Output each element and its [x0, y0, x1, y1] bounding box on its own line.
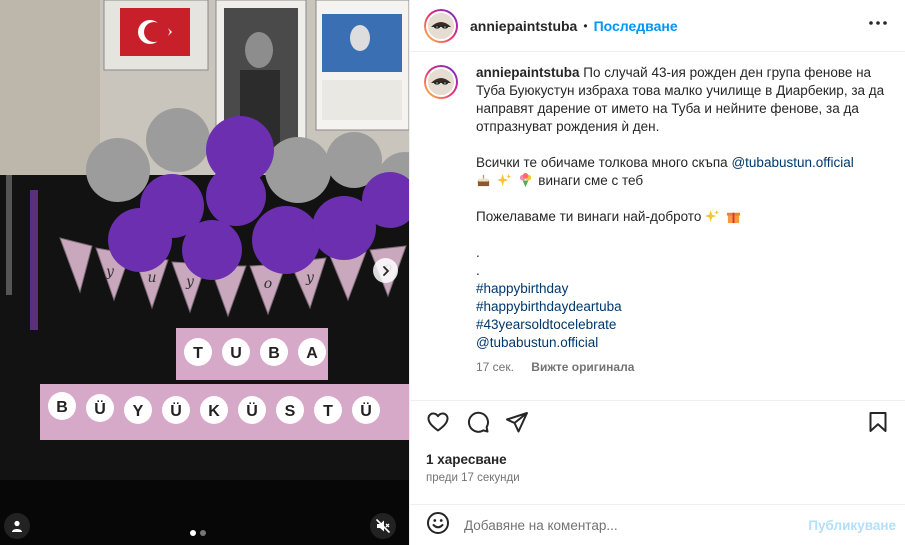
more-horizontal-icon: [869, 21, 887, 25]
caption-paragraph-2-text: Всички те обичаме толкова много скъпа: [476, 155, 728, 170]
post-details-panel: anniepaintstuba • Последване anniepaints…: [409, 0, 905, 545]
tagged-users-button[interactable]: [4, 513, 30, 539]
caption-dot: .: [476, 245, 480, 260]
header-username[interactable]: anniepaintstuba: [470, 18, 577, 34]
add-comment-bar: Публикуване: [410, 504, 905, 545]
see-original-button[interactable]: Вижте оригинала: [531, 360, 634, 374]
instagram-post-dialog: T U B A B Ü Y Ü K Ü S T Ü y u y o y o: [0, 0, 905, 545]
carousel-dot: [200, 530, 206, 536]
caption-text: anniepaintstuba По случай 43-ия рожден д…: [476, 64, 896, 400]
banner-letter: U: [230, 345, 242, 362]
sparkles-emoji-icon: [496, 173, 511, 187]
sparkles-emoji-icon: [705, 209, 720, 223]
hashtag-link[interactable]: #43yearsoldtocelebrate: [476, 316, 896, 334]
banner-letters: T U B A B Ü Y Ü K Ü S T Ü y u y o y o: [56, 260, 392, 420]
speaker-muted-icon: [376, 519, 390, 533]
caption-meta: 17 сек. Вижте оригинала: [476, 358, 896, 376]
user-icon: [12, 520, 22, 532]
comment-icon: [467, 411, 489, 433]
carousel-dots: [190, 530, 206, 536]
hashtag-list: #happybirthday #happybirthdaydeartuba #4…: [476, 280, 896, 352]
banner-letter: T: [323, 403, 333, 420]
carousel-next-button[interactable]: [373, 258, 398, 283]
mention-link[interactable]: @tubabustun.official: [731, 155, 853, 170]
banner-letter: T: [193, 345, 203, 362]
bouquet-emoji-icon: [519, 173, 531, 188]
bookmark-icon: [869, 412, 887, 432]
caption-dot: .: [476, 263, 480, 278]
share-button[interactable]: [505, 410, 529, 439]
banner-letter: K: [208, 403, 220, 420]
comment-button[interactable]: [466, 410, 490, 439]
avatar-illustration: [428, 69, 454, 95]
avatar[interactable]: [424, 8, 458, 43]
cake-emoji-icon: [477, 174, 490, 187]
comment-input[interactable]: [464, 517, 794, 533]
avatar-image: [426, 67, 456, 97]
banner-letter: A: [306, 345, 318, 362]
garland-letter: u: [147, 270, 156, 286]
post-header: anniepaintstuba • Последване: [410, 0, 905, 52]
post-media-video[interactable]: T U B A B Ü Y Ü K Ü S T Ü y u y o y o: [0, 0, 409, 545]
caption-username[interactable]: anniepaintstuba: [476, 65, 580, 80]
garland-letter: y: [305, 270, 315, 286]
caption-paragraph-2-tail: винаги сме с теб: [538, 173, 644, 188]
save-button[interactable]: [866, 410, 890, 439]
heart-icon: [427, 412, 449, 432]
likes-count[interactable]: 1 харесване: [426, 452, 507, 467]
banner-letter: S: [285, 403, 296, 420]
caption-timestamp[interactable]: 17 сек.: [476, 360, 514, 374]
banner-letter: B: [56, 399, 68, 416]
post-caption: anniepaintstuba По случай 43-ия рожден д…: [424, 64, 900, 400]
banner-letter: Ü: [94, 399, 106, 418]
garland-letter: y: [105, 264, 115, 280]
chevron-right-icon: [382, 265, 389, 276]
send-icon: [506, 412, 528, 433]
emoji-picker-button[interactable]: [426, 511, 450, 540]
follow-button[interactable]: Последване: [594, 18, 678, 34]
hashtag-link[interactable]: #happybirthday: [476, 280, 896, 298]
post-timestamp[interactable]: преди 17 секунди: [426, 472, 520, 484]
caption-paragraph: Пожелаваме ти винаги най-доброто: [476, 208, 896, 226]
publish-comment-button[interactable]: Публикуване: [808, 518, 896, 533]
hashtag-link[interactable]: #happybirthdaydeartuba: [476, 298, 896, 316]
avatar-image: [426, 10, 456, 41]
mute-button[interactable]: [370, 513, 396, 539]
garland-letter: o: [264, 276, 272, 292]
more-options-button[interactable]: [867, 12, 889, 39]
banner-letter: Ü: [360, 401, 372, 420]
gift-emoji-icon: [726, 212, 740, 224]
mention-link[interactable]: @tubabustun.official: [476, 334, 896, 352]
caption-paragraph: anniepaintstuba По случай 43-ия рожден д…: [476, 64, 896, 136]
caption-paragraph: Всички те обичаме толкова много скъпа @t…: [476, 154, 896, 190]
avatar-illustration: [428, 12, 454, 39]
smiley-icon: [427, 511, 449, 534]
like-button[interactable]: [426, 410, 450, 439]
banner-letter: Ü: [246, 401, 258, 420]
header-separator: •: [583, 18, 588, 33]
banner-letter: Y: [133, 403, 144, 420]
carousel-dot-active: [190, 530, 196, 536]
banner-letter: B: [268, 345, 280, 362]
caption-dots: . .: [476, 244, 896, 280]
banner-letter: Ü: [170, 401, 182, 420]
post-actions-bar: [410, 400, 905, 440]
garland-letter: y: [185, 274, 195, 290]
caption-paragraph-3: Пожелаваме ти винаги най-доброто: [476, 209, 702, 224]
caption-avatar[interactable]: [424, 65, 458, 99]
